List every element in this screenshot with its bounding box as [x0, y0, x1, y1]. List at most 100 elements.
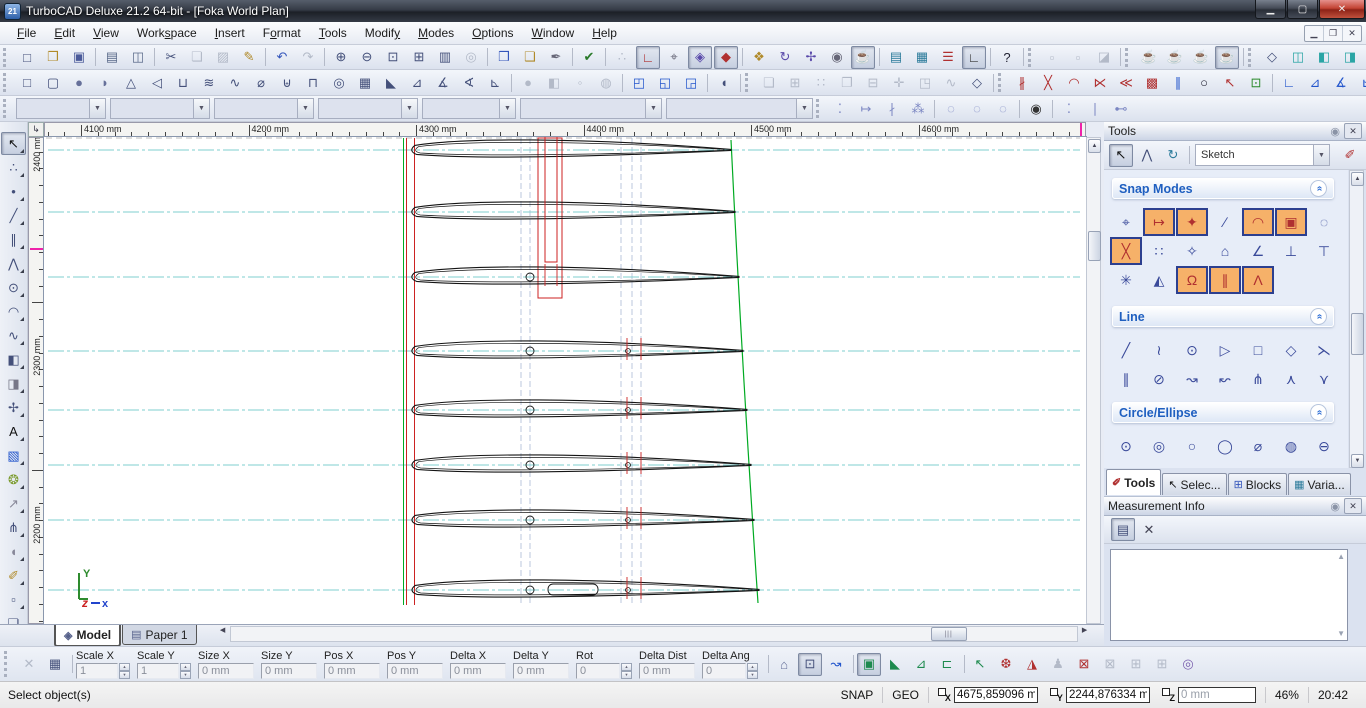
view-left[interactable]: ◨	[1338, 46, 1362, 69]
dot-pair-snap[interactable]: ⁚	[1057, 97, 1081, 120]
spell-check[interactable]: ✔	[577, 46, 601, 69]
scroll-up-button[interactable]: ▲	[1088, 139, 1101, 153]
color-palette[interactable]: ☰	[936, 46, 960, 69]
surface-tool[interactable]: ◖	[1, 540, 26, 563]
x-coordinate-field[interactable]	[954, 687, 1038, 703]
field-input[interactable]: 0	[702, 663, 746, 679]
workplane-world[interactable]: ▣	[857, 653, 881, 676]
circle-rotated-ellipse[interactable]: ⊖	[1308, 432, 1340, 460]
wedge-3d[interactable]: ◣	[379, 71, 403, 94]
chevron-down-icon[interactable]: ▼	[297, 99, 313, 118]
circle-two-point[interactable]: ○	[1176, 432, 1208, 460]
line-parallel[interactable]: ∥	[1110, 365, 1142, 393]
open-3d-view[interactable]: ❖	[747, 46, 771, 69]
render-quality-1[interactable]: ☕	[1137, 46, 1161, 69]
menu-view[interactable]: View	[84, 23, 128, 43]
menu-insert[interactable]: Insert	[206, 23, 254, 43]
field-input[interactable]: 1	[137, 663, 179, 679]
panel-eraser-tool[interactable]: ✐	[1338, 144, 1362, 167]
axis-widget[interactable]: ∟	[962, 46, 986, 69]
spline-3d[interactable]: ⊾	[483, 71, 507, 94]
print[interactable]: ▤	[100, 46, 124, 69]
image-tool[interactable]: ▧	[1, 444, 26, 467]
snap-quadrant[interactable]: ◌	[1308, 208, 1340, 236]
text-tool[interactable]: A	[1, 420, 26, 443]
palette-tab-varia[interactable]: ▦Varia...	[1288, 473, 1351, 495]
t-meet[interactable]: ⋉	[1088, 71, 1112, 94]
view-back[interactable]: ◧	[1312, 46, 1336, 69]
tab-scroll-left-button[interactable]: ◀	[216, 625, 230, 635]
cone-3d[interactable]: △	[119, 71, 143, 94]
vertical-line-snap[interactable]: ∣	[1083, 97, 1107, 120]
vertical-point-snap[interactable]: ∤	[880, 97, 904, 120]
chevron-down-icon[interactable]: ▼	[796, 99, 812, 118]
rotate-3d[interactable]: ↻	[773, 46, 797, 69]
menu-window[interactable]: Window	[523, 23, 584, 43]
fillet-arc[interactable]: ◠	[1062, 71, 1086, 94]
extrude-tool[interactable]: ◨	[1, 372, 26, 395]
context-help[interactable]: ?	[995, 46, 1019, 69]
view-iso[interactable]: ◇	[1260, 46, 1284, 69]
box-tool[interactable]: ◧	[1, 348, 26, 371]
ruled-surface[interactable]: ⊿	[405, 71, 429, 94]
snap-intersection[interactable]: ╳	[1110, 237, 1142, 265]
circle-tangent-line[interactable]: ⌀	[1242, 432, 1274, 460]
tab-scroll-right-button[interactable]: ▶	[1078, 625, 1092, 635]
select-tool[interactable]: ↖	[1, 132, 26, 155]
line-tangent-from-arc[interactable]: ↝	[1176, 365, 1208, 393]
chevron-down-icon[interactable]: ▼	[645, 99, 661, 118]
degrade-tool[interactable]: ◮	[1020, 653, 1044, 676]
property-combo-5[interactable]: ▼	[422, 98, 516, 119]
circle-concentric[interactable]: ◎	[1143, 432, 1175, 460]
field-spinner[interactable]: ▲▼	[119, 663, 130, 679]
sheet-tab-model[interactable]: ◈Model	[54, 625, 121, 647]
capped-cylinder-2[interactable]: ⊓	[301, 71, 325, 94]
zoom-out[interactable]: ⊖	[355, 46, 379, 69]
pin-icon[interactable]: ◉	[1330, 500, 1340, 513]
mouse-entry[interactable]: ⌖	[662, 46, 686, 69]
pick-point-mode[interactable]: ⊡	[798, 653, 822, 676]
arc-3d[interactable]: ∢	[457, 71, 481, 94]
collapse-chevron-icon[interactable]: «	[1310, 180, 1327, 197]
geo-toggle[interactable]: GEO	[892, 688, 919, 702]
panel-select-tool[interactable]: ↖	[1109, 144, 1133, 167]
hatch-tool[interactable]: ✐	[1, 564, 26, 587]
menu-options[interactable]: Options	[463, 23, 522, 43]
line-tool[interactable]: ╱	[1, 204, 26, 227]
explode-tool[interactable]: ❆	[994, 653, 1018, 676]
menu-format[interactable]: Format	[254, 23, 310, 43]
slice-3d[interactable]: ◖	[712, 71, 736, 94]
snap-magnet[interactable]: Ω	[1176, 266, 1208, 294]
field-input[interactable]: 0	[576, 663, 620, 679]
pen-tool[interactable]: ✒	[544, 46, 568, 69]
circle-center-point[interactable]: ⊙	[1110, 432, 1142, 460]
chevron-down-icon[interactable]: ▼	[89, 99, 105, 118]
field-input[interactable]: 0 mm	[261, 663, 317, 679]
menu-file[interactable]: File	[8, 23, 45, 43]
line-rectangle[interactable]: □	[1242, 336, 1274, 364]
property-combo-1[interactable]: ▼	[16, 98, 106, 119]
menu-help[interactable]: Help	[583, 23, 626, 43]
boolean-subtract[interactable]: ◱	[653, 71, 677, 94]
field-spinner[interactable]: ▲▼	[747, 663, 758, 679]
assemble-tool[interactable]: ✢	[1, 396, 26, 419]
line-tangent-to-arc[interactable]: ↜	[1209, 365, 1241, 393]
circle-tool[interactable]: ⊙	[1, 276, 26, 299]
inspector-calculator-button[interactable]: ▦	[43, 653, 67, 676]
chevron-down-icon[interactable]: ▼	[401, 99, 417, 118]
panel-divider-tool[interactable]: ⋀	[1135, 144, 1159, 167]
menu-modify[interactable]: Modify	[356, 23, 409, 43]
snap-vertical[interactable]: ⊥	[1275, 237, 1307, 265]
snap-toggle[interactable]: SNAP	[841, 688, 874, 702]
panel-globe-tool[interactable]: ↻	[1161, 144, 1185, 167]
measurement-close-button[interactable]: ✕	[1137, 518, 1161, 541]
chamfer-3[interactable]: ⊾	[1355, 71, 1366, 94]
block-prism[interactable]: ◇	[965, 71, 989, 94]
panel-scroll-up-button[interactable]: ▲	[1351, 172, 1364, 186]
field-input[interactable]: 0 mm	[324, 663, 380, 679]
palette-tab-tools[interactable]: ✐Tools	[1106, 469, 1161, 495]
field-input[interactable]: 0 mm	[513, 663, 569, 679]
stamp-edit[interactable]: ⊠	[1072, 653, 1096, 676]
mdi-close-button[interactable]: ✕	[1343, 26, 1361, 41]
measurement-panel-close-icon[interactable]: ✕	[1344, 498, 1362, 514]
